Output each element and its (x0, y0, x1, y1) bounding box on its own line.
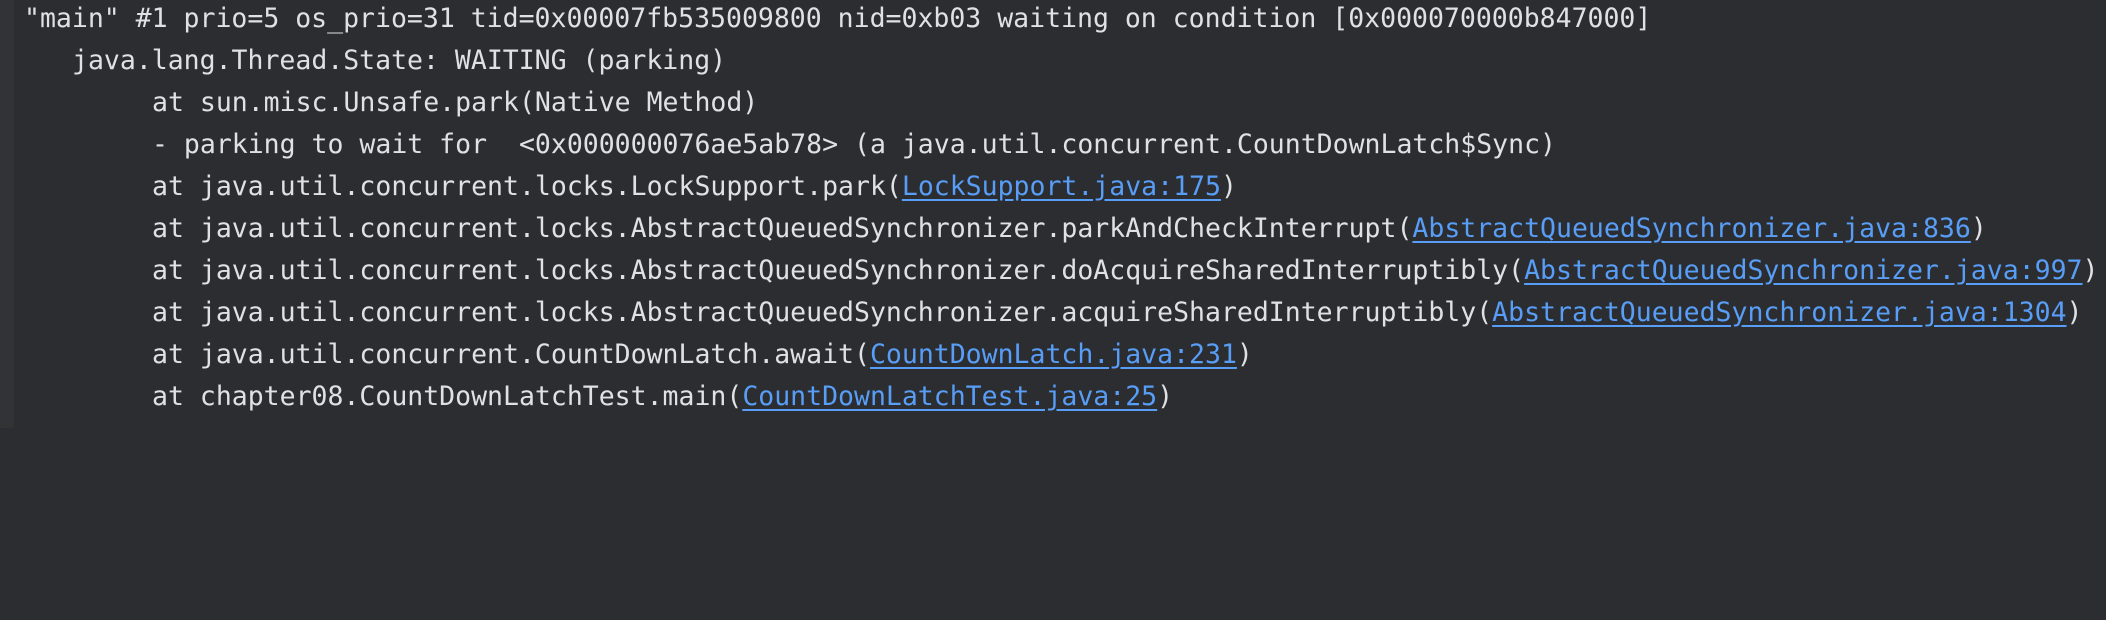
stack-frame-line: at java.util.concurrent.CountDownLatch.a… (152, 334, 1253, 376)
stack-frame-text: at java.util.concurrent.locks.AbstractQu… (152, 213, 1413, 244)
console-output[interactable]: "main" #1 prio=5 os_prio=31 tid=0x00007f… (0, 0, 2106, 428)
stack-frame-line: at java.util.concurrent.locks.AbstractQu… (152, 208, 1987, 250)
stack-frame-suffix: ) (1236, 339, 1253, 370)
source-link[interactable]: CountDownLatch.java:231 (870, 339, 1237, 370)
source-link[interactable]: AbstractQueuedSynchronizer.java:1304 (1492, 297, 2066, 328)
source-link[interactable]: AbstractQueuedSynchronizer.java:836 (1412, 213, 1970, 244)
stack-frame-text: at java.util.concurrent.locks.AbstractQu… (152, 297, 1493, 328)
stack-frame-line: at java.util.concurrent.locks.LockSuppor… (152, 166, 1237, 208)
stack-frame-text: at java.util.concurrent.locks.AbstractQu… (152, 255, 1525, 286)
thread-header-text: "main" #1 prio=5 os_prio=31 tid=0x00007f… (24, 3, 1652, 34)
stack-frame-text: at chapter08.CountDownLatchTest.main( (152, 381, 743, 412)
source-link[interactable]: CountDownLatchTest.java:25 (742, 381, 1157, 412)
thread-state-line: java.lang.Thread.State: WAITING (parking… (72, 40, 726, 82)
stack-frame-text: at sun.misc.Unsafe.park(Native Method) (152, 87, 759, 118)
stack-frame-suffix: ) (1970, 213, 1987, 244)
stack-frame-text: at java.util.concurrent.CountDownLatch.a… (152, 339, 870, 370)
stack-frame-line: at java.util.concurrent.locks.AbstractQu… (152, 250, 2098, 292)
stack-frame-line: at sun.misc.Unsafe.park(Native Method) (152, 82, 758, 124)
parking-info-text: - parking to wait for <0x000000076ae5ab7… (152, 129, 1556, 160)
stack-frame-suffix: ) (1220, 171, 1237, 202)
source-link[interactable]: LockSupport.java:175 (902, 171, 1221, 202)
thread-state-text: java.lang.Thread.State: WAITING (parking… (72, 45, 727, 76)
source-link[interactable]: AbstractQueuedSynchronizer.java:997 (1524, 255, 2082, 286)
stack-frame-suffix: ) (2066, 297, 2083, 328)
stack-frame-suffix: ) (2082, 255, 2099, 286)
stack-frame-line: at java.util.concurrent.locks.AbstractQu… (152, 292, 2083, 334)
stack-frame-suffix: ) (1157, 381, 1174, 412)
stack-frame-line: at chapter08.CountDownLatchTest.main(Cou… (152, 376, 1173, 418)
thread-header-line: "main" #1 prio=5 os_prio=31 tid=0x00007f… (24, 0, 1651, 40)
stack-frame-text: at java.util.concurrent.locks.LockSuppor… (152, 171, 902, 202)
parking-info-line: - parking to wait for <0x000000076ae5ab7… (152, 124, 1556, 166)
